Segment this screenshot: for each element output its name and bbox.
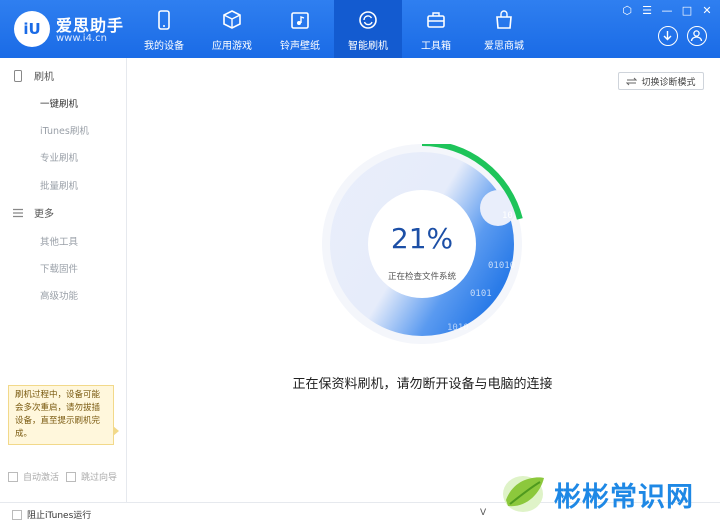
nav-label: 智能刷机 bbox=[348, 41, 388, 52]
phone-icon bbox=[158, 10, 170, 30]
top-bar: iU 爱思助手 www.i4.cn 我的设备 应用游戏 铃声壁纸 智能刷机 工具… bbox=[0, 0, 720, 58]
nav-store[interactable]: 爱思商城 bbox=[470, 0, 538, 58]
auto-activate-label: 自动激活 bbox=[23, 473, 60, 483]
sidebar-item-one-click-flash[interactable]: 一键刷机 bbox=[40, 96, 78, 110]
sidebar-item-download-firmware[interactable]: 下载固件 bbox=[40, 261, 78, 275]
user-icon bbox=[690, 30, 703, 42]
sidebar-section-more: 更多 bbox=[12, 205, 54, 220]
menu-icon bbox=[13, 208, 23, 217]
flash-progress: 10 01010 0101 1010 21% 正在检查文件系统 bbox=[322, 144, 532, 354]
skip-guide-option[interactable]: 跳过向导 bbox=[66, 470, 117, 483]
close-button[interactable]: ✕ bbox=[700, 4, 714, 18]
main-nav: 我的设备 应用游戏 铃声壁纸 智能刷机 工具箱 爱思商城 bbox=[130, 0, 538, 58]
nav-apps-games[interactable]: 应用游戏 bbox=[198, 0, 266, 58]
watermark-text: 彬彬常识网 bbox=[554, 481, 694, 513]
window-controls: ⬡ ☰ — □ ✕ bbox=[620, 4, 714, 18]
sidebar-item-advanced[interactable]: 高级功能 bbox=[40, 288, 78, 302]
nav-label: 铃声壁纸 bbox=[280, 41, 320, 52]
diagnostic-mode-label: 切换诊断模式 bbox=[641, 77, 696, 88]
shopping-bag-icon bbox=[496, 10, 512, 29]
nav-label: 爱思商城 bbox=[484, 41, 524, 52]
progress-status: 正在检查文件系统 bbox=[387, 272, 456, 282]
nav-label: 工具箱 bbox=[421, 41, 451, 52]
app-logo: iU bbox=[14, 11, 50, 47]
music-folder-icon bbox=[291, 12, 309, 29]
minimize-button[interactable]: — bbox=[660, 4, 674, 18]
phone-outline-icon bbox=[14, 69, 22, 82]
toolbox-icon bbox=[427, 12, 445, 28]
skip-guide-checkbox[interactable] bbox=[66, 471, 76, 482]
refresh-icon bbox=[359, 11, 377, 29]
switch-arrows-icon bbox=[626, 77, 638, 85]
sidebar: 刷机 一键刷机 iTunes刷机 专业刷机 批量刷机 更多 其他工具 下载固件 … bbox=[0, 58, 127, 524]
nav-toolbox[interactable]: 工具箱 bbox=[402, 0, 470, 58]
leaf-logo-icon bbox=[503, 476, 544, 512]
maximize-button[interactable]: □ bbox=[680, 4, 694, 18]
nav-label: 我的设备 bbox=[144, 41, 184, 52]
nav-my-device[interactable]: 我的设备 bbox=[130, 0, 198, 58]
brand-url: www.i4.cn bbox=[56, 33, 107, 44]
diagnostic-mode-button[interactable]: 切换诊断模式 bbox=[618, 72, 704, 90]
user-button[interactable] bbox=[687, 26, 707, 46]
binary-text: 0101 bbox=[470, 289, 492, 299]
auto-activate-checkbox[interactable] bbox=[8, 471, 18, 482]
download-button[interactable] bbox=[658, 26, 678, 46]
nav-ringtones-wallpapers[interactable]: 铃声壁纸 bbox=[266, 0, 334, 58]
version-label: V bbox=[480, 508, 487, 518]
box-icon bbox=[223, 10, 241, 29]
auto-activate-option[interactable]: 自动激活 bbox=[8, 470, 59, 483]
binary-text: 10 bbox=[502, 211, 513, 221]
sidebar-item-pro-flash[interactable]: 专业刷机 bbox=[40, 150, 78, 164]
sidebar-item-itunes-flash[interactable]: iTunes刷机 bbox=[40, 123, 89, 137]
sidebar-section-label: 更多 bbox=[34, 209, 54, 220]
nav-label: 应用游戏 bbox=[212, 41, 252, 52]
block-itunes-option[interactable]: 阻止iTunes运行 bbox=[12, 508, 91, 521]
flash-warning: 刷机过程中，设备可能会多次重启，请勿拔插设备，直至提示刷机完成。 bbox=[8, 385, 119, 445]
binary-text: 1010 bbox=[447, 323, 469, 333]
download-icon bbox=[663, 31, 672, 41]
sidebar-item-other-tools[interactable]: 其他工具 bbox=[40, 234, 78, 248]
block-itunes-label: 阻止iTunes运行 bbox=[27, 511, 92, 521]
skip-guide-label: 跳过向导 bbox=[81, 473, 118, 483]
sidebar-item-batch-flash[interactable]: 批量刷机 bbox=[40, 178, 78, 192]
nav-smart-flash[interactable]: 智能刷机 bbox=[334, 0, 402, 58]
flash-status-message: 正在保资料刷机，请勿断开设备与电脑的连接 bbox=[292, 377, 553, 392]
menu-icon[interactable]: ☰ bbox=[640, 4, 654, 18]
skin-icon[interactable]: ⬡ bbox=[620, 4, 634, 18]
sidebar-section-flash: 刷机 bbox=[12, 68, 54, 83]
watermark: 彬彬常识网 bbox=[496, 470, 694, 518]
block-itunes-checkbox[interactable] bbox=[12, 509, 22, 520]
sidebar-section-label: 刷机 bbox=[34, 72, 54, 83]
progress-percent: 21% bbox=[390, 222, 454, 255]
